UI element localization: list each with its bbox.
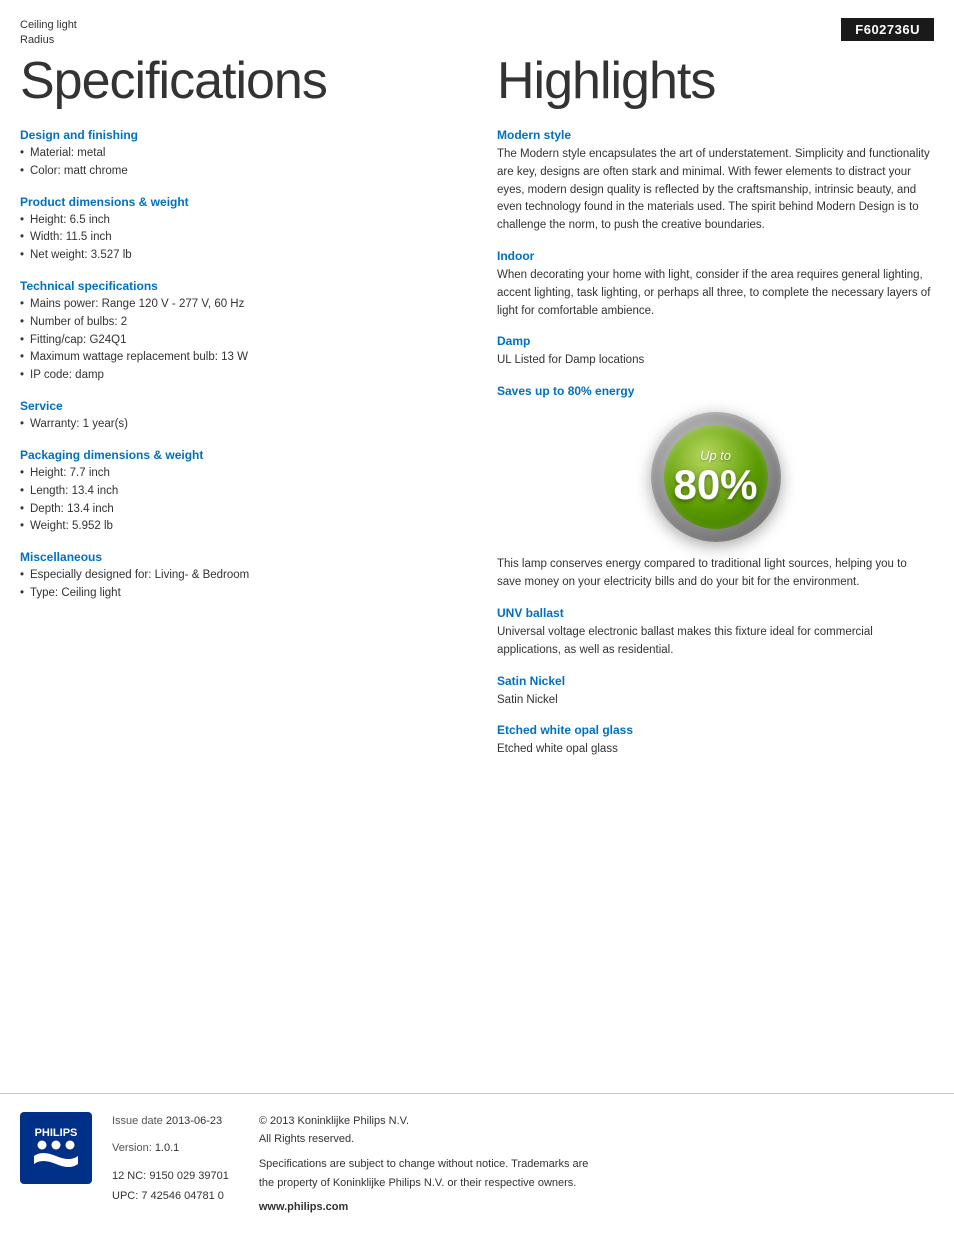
dim-item-2: Width: 11.5 inch	[20, 229, 457, 247]
misc-section: Miscellaneous Especially designed for: L…	[20, 550, 457, 603]
unv-ballast-text: Universal voltage electronic ballast mak…	[497, 624, 934, 660]
satin-nickel-title: Satin Nickel	[497, 674, 934, 688]
main-content: Specifications Design and finishing Mate…	[0, 49, 954, 773]
issue-date-row: Issue date 2013-06-23	[112, 1112, 229, 1132]
tech-item-5: IP code: damp	[20, 367, 457, 385]
indoor-section: Indoor When decorating your home with li…	[497, 249, 934, 320]
footer: PHILIPS Issue date 2013-06-23 Version:	[0, 1093, 954, 1235]
design-section: Design and finishing Material: metal Col…	[20, 128, 457, 181]
service-section: Service Warranty: 1 year(s)	[20, 399, 457, 434]
etched-glass-title: Etched white opal glass	[497, 723, 934, 737]
product-category-text: Ceiling light	[20, 18, 77, 33]
nc-row: 12 NC: 9150 029 39701	[112, 1167, 229, 1187]
saves-energy-section: Saves up to 80% energy Up to 80% This la…	[497, 384, 934, 592]
pkg-item-3: Depth: 13.4 inch	[20, 501, 457, 519]
energy-badge: Up to 80%	[651, 412, 781, 542]
nc-label: 12 NC:	[112, 1170, 146, 1182]
footer-left: Issue date 2013-06-23 Version: 1.0.1 12 …	[112, 1112, 229, 1217]
product-subcategory-text: Radius	[20, 33, 77, 48]
dimensions-title: Product dimensions & weight	[20, 195, 457, 209]
packaging-list: Height: 7.7 inch Length: 13.4 inch Depth…	[20, 465, 457, 536]
packaging-title: Packaging dimensions & weight	[20, 448, 457, 462]
design-list: Material: metal Color: matt chrome	[20, 145, 457, 181]
rights-text: All Rights reserved.	[259, 1133, 354, 1145]
saves-energy-title: Saves up to 80% energy	[497, 384, 934, 398]
damp-section: Damp UL Listed for Damp locations	[497, 334, 934, 370]
design-item-1: Material: metal	[20, 145, 457, 163]
indoor-title: Indoor	[497, 249, 934, 263]
pkg-item-1: Height: 7.7 inch	[20, 465, 457, 483]
modern-style-section: Modern style The Modern style encapsulat…	[497, 128, 934, 235]
upc-row: UPC: 7 42546 04781 0	[112, 1187, 229, 1207]
pkg-item-2: Length: 13.4 inch	[20, 483, 457, 501]
misc-title: Miscellaneous	[20, 550, 457, 564]
service-list: Warranty: 1 year(s)	[20, 416, 457, 434]
pkg-item-4: Weight: 5.952 lb	[20, 518, 457, 536]
highlights-title: Highlights	[497, 53, 934, 110]
energy-percent-text: 80%	[673, 464, 757, 506]
packaging-section: Packaging dimensions & weight Height: 7.…	[20, 448, 457, 536]
dimensions-list: Height: 6.5 inch Width: 11.5 inch Net we…	[20, 212, 457, 265]
footer-meta: Issue date 2013-06-23 Version: 1.0.1 12 …	[112, 1112, 934, 1217]
unv-ballast-title: UNV ballast	[497, 606, 934, 620]
tech-item-1: Mains power: Range 120 V - 277 V, 60 Hz	[20, 296, 457, 314]
misc-item-1: Especially designed for: Living- & Bedro…	[20, 567, 457, 585]
technical-section: Technical specifications Mains power: Ra…	[20, 279, 457, 385]
unv-ballast-section: UNV ballast Universal voltage electronic…	[497, 606, 934, 660]
issue-label: Issue date	[112, 1115, 163, 1127]
satin-nickel-section: Satin Nickel Satin Nickel	[497, 674, 934, 710]
etched-glass-section: Etched white opal glass Etched white opa…	[497, 723, 934, 759]
copyright-row: © 2013 Koninklijke Philips N.V.	[259, 1112, 599, 1131]
website-link[interactable]: www.philips.com	[259, 1201, 348, 1213]
service-title: Service	[20, 399, 457, 413]
service-item-1: Warranty: 1 year(s)	[20, 416, 457, 434]
damp-title: Damp	[497, 334, 934, 348]
satin-nickel-text: Satin Nickel	[497, 692, 934, 710]
modern-style-title: Modern style	[497, 128, 934, 142]
version-label: Version:	[112, 1142, 152, 1154]
philips-logo: PHILIPS	[20, 1112, 92, 1187]
specs-title: Specifications	[20, 53, 457, 110]
tech-item-2: Number of bulbs: 2	[20, 314, 457, 332]
energy-desc-text: This lamp conserves energy compared to t…	[497, 556, 934, 592]
copyright-text: © 2013 Koninklijke Philips N.V.	[259, 1115, 409, 1127]
website-row: www.philips.com	[259, 1198, 599, 1217]
dim-item-1: Height: 6.5 inch	[20, 212, 457, 230]
header: Ceiling light Radius F602736U	[0, 0, 954, 49]
product-category: Ceiling light Radius	[20, 18, 77, 49]
damp-text: UL Listed for Damp locations	[497, 352, 934, 370]
version-row: Version: 1.0.1	[112, 1139, 229, 1159]
technical-list: Mains power: Range 120 V - 277 V, 60 Hz …	[20, 296, 457, 385]
rights-row: All Rights reserved.	[259, 1130, 599, 1149]
upc-value: 7 42546 04781 0	[141, 1190, 224, 1202]
modern-style-text: The Modern style encapsulates the art of…	[497, 146, 934, 235]
svg-text:PHILIPS: PHILIPS	[35, 1127, 78, 1139]
dim-item-3: Net weight: 3.527 lb	[20, 247, 457, 265]
nc-value: 9150 029 39701	[149, 1170, 229, 1182]
technical-title: Technical specifications	[20, 279, 457, 293]
philips-logo-svg: PHILIPS	[20, 1112, 92, 1184]
design-title: Design and finishing	[20, 128, 457, 142]
version-value: 1.0.1	[155, 1142, 179, 1154]
upc-label: UPC:	[112, 1190, 138, 1202]
disclaimer-text: Specifications are subject to change wit…	[259, 1158, 589, 1189]
dimensions-section: Product dimensions & weight Height: 6.5 …	[20, 195, 457, 265]
issue-date-value: 2013-06-23	[166, 1115, 222, 1127]
energy-badge-container: Up to 80%	[497, 412, 934, 542]
tech-item-4: Maximum wattage replacement bulb: 13 W	[20, 349, 457, 367]
design-item-2: Color: matt chrome	[20, 163, 457, 181]
indoor-text: When decorating your home with light, co…	[497, 267, 934, 320]
misc-item-2: Type: Ceiling light	[20, 585, 457, 603]
misc-list: Especially designed for: Living- & Bedro…	[20, 567, 457, 603]
tech-item-3: Fitting/cap: G24Q1	[20, 332, 457, 350]
etched-glass-text: Etched white opal glass	[497, 741, 934, 759]
energy-badge-inner: Up to 80%	[664, 425, 768, 529]
highlights-column: Highlights Modern style The Modern style…	[477, 49, 934, 773]
specifications-column: Specifications Design and finishing Mate…	[20, 49, 477, 773]
disclaimer-row: Specifications are subject to change wit…	[259, 1155, 599, 1192]
footer-right: © 2013 Koninklijke Philips N.V. All Righ…	[259, 1112, 599, 1217]
product-model: F602736U	[841, 18, 934, 41]
